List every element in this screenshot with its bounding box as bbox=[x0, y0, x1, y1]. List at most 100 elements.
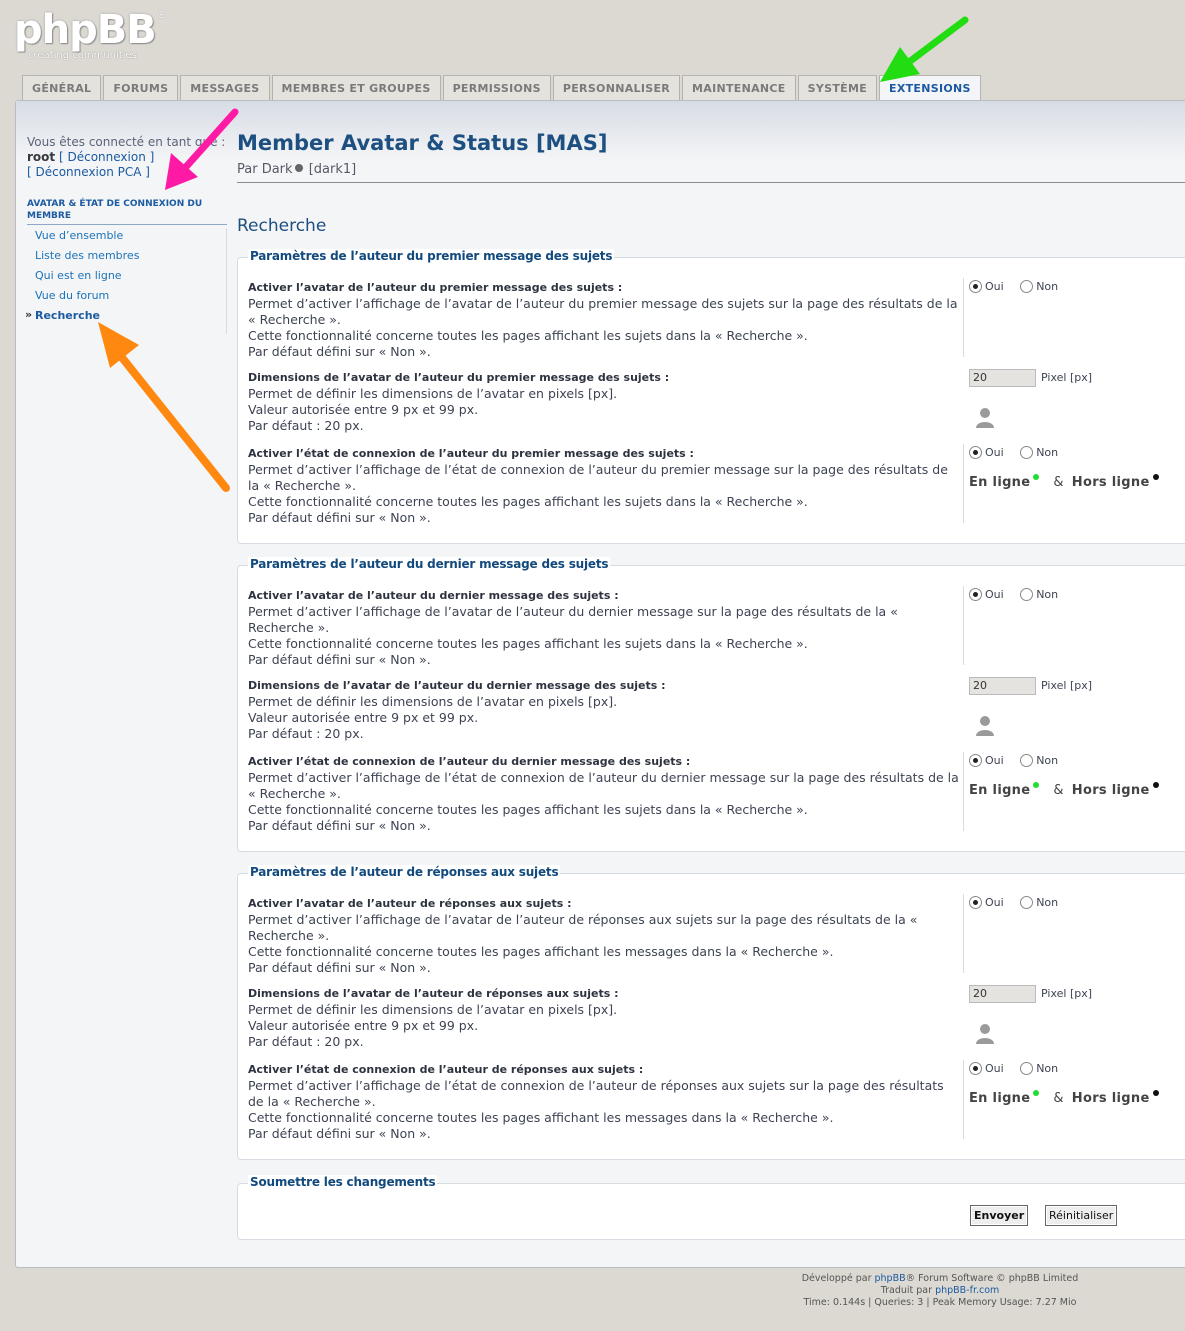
setting-row-avatar-size: Dimensions de l’avatar de l’auteur du de… bbox=[238, 674, 1185, 744]
author-handle: [dark1] bbox=[308, 162, 357, 177]
online-label: En ligne bbox=[969, 783, 1031, 798]
tab-system[interactable]: SYSTÈME bbox=[797, 75, 878, 100]
sidebar-item-viewonline[interactable]: Qui est en ligne bbox=[27, 268, 226, 288]
tab-extensions[interactable]: EXTENSIONS bbox=[879, 75, 981, 101]
radio-no[interactable] bbox=[1020, 280, 1034, 293]
radio-no-label: Non bbox=[1036, 588, 1059, 601]
avatar-size-input[interactable]: 20 bbox=[969, 369, 1036, 387]
sidebar-login-info: Vous êtes connecté en tant que : root [ … bbox=[27, 135, 227, 180]
radio-yes-label: Oui bbox=[985, 1062, 1004, 1075]
settings-fieldset: Paramètres de l’auteur du dernier messag… bbox=[237, 557, 1185, 852]
radio-yes[interactable] bbox=[969, 754, 982, 767]
radio-yes-label: Oui bbox=[985, 754, 1004, 767]
tab-messages[interactable]: MESSAGES bbox=[180, 75, 270, 100]
setting-title: Activer l’état de connexion de l’auteur … bbox=[248, 447, 694, 460]
setting-description-line: Par défaut défini sur « Non ». bbox=[248, 960, 431, 975]
logout-link[interactable]: [ Déconnexion ] bbox=[59, 150, 154, 164]
tab-forums[interactable]: FORUMS bbox=[103, 75, 179, 100]
column-separator bbox=[963, 752, 964, 831]
tab-maintenance[interactable]: MAINTENANCE bbox=[682, 75, 796, 100]
footer-translator-link[interactable]: phpBB-fr.com bbox=[935, 1285, 999, 1296]
phpbb-logo[interactable]: phpBB ® creating communities bbox=[14, 8, 174, 66]
setting-description-line: Permet de définir les dimensions de l’av… bbox=[248, 1002, 618, 1017]
footer-translated-prefix: Traduit par bbox=[880, 1285, 936, 1296]
title-divider bbox=[237, 182, 1185, 183]
radio-no[interactable] bbox=[1020, 754, 1034, 767]
sidebar-item-search[interactable]: Recherche bbox=[25, 307, 226, 328]
radio-yes[interactable] bbox=[969, 280, 982, 293]
fieldset-legend: Paramètres de l’auteur du dernier messag… bbox=[248, 557, 611, 571]
radio-no[interactable] bbox=[1020, 588, 1034, 601]
footer-credit-prefix: Développé par bbox=[801, 1273, 875, 1284]
radio-no-label: Non bbox=[1036, 896, 1059, 909]
tab-general[interactable]: GÉNÉRAL bbox=[22, 75, 102, 100]
setting-description-line: Cette fonctionnalité concerne toutes les… bbox=[248, 802, 808, 817]
radio-no[interactable] bbox=[1020, 446, 1034, 459]
setting-row-status-enable: Activer l’état de connexion de l’auteur … bbox=[238, 1060, 1185, 1141]
fieldset-legend: Paramètres de l’auteur de réponses aux s… bbox=[248, 865, 561, 879]
logout-acp-link[interactable]: [ Déconnexion PCA ] bbox=[27, 165, 150, 179]
setting-description-line: Valeur autorisée entre 9 px et 99 px. bbox=[248, 1018, 479, 1033]
setting-description-line: Permet de définir les dimensions de l’av… bbox=[248, 386, 618, 401]
radio-yes[interactable] bbox=[969, 446, 982, 459]
radio-yes[interactable] bbox=[969, 1062, 982, 1075]
setting-title: Activer l’état de connexion de l’auteur … bbox=[248, 755, 691, 768]
submit-button[interactable]: Envoyer bbox=[970, 1205, 1029, 1226]
radio-no[interactable] bbox=[1020, 896, 1034, 909]
sidebar-menu-header: AVATAR & ÉTAT DE CONNEXION DU MEMBRE bbox=[27, 198, 227, 225]
column-separator bbox=[963, 586, 964, 665]
offline-label: Hors ligne bbox=[1071, 1091, 1150, 1106]
offline-label: Hors ligne bbox=[1071, 475, 1150, 490]
info-icon[interactable] bbox=[294, 164, 303, 172]
setting-label: Activer l’état de connexion de l’auteur … bbox=[248, 446, 960, 526]
status-enable-radios: Oui Non bbox=[969, 446, 1058, 459]
radio-yes[interactable] bbox=[969, 588, 982, 601]
submit-fieldset: Soumettre les changements Envoyer Réinit… bbox=[237, 1175, 1185, 1240]
radio-no-label: Non bbox=[1036, 280, 1059, 293]
sidebar-item-viewforum[interactable]: Vue du forum bbox=[27, 288, 226, 308]
setting-title: Activer l’état de connexion de l’auteur … bbox=[248, 1063, 644, 1076]
avatar-enable-radios: Oui Non bbox=[969, 896, 1058, 909]
username: root bbox=[27, 150, 56, 164]
setting-description-line: Valeur autorisée entre 9 px et 99 px. bbox=[248, 402, 479, 417]
avatar-size-control: 20 Pixel [px] bbox=[969, 677, 1092, 736]
setting-label: Dimensions de l’avatar de l’auteur du de… bbox=[248, 678, 960, 742]
footer-phpbb-link[interactable]: phpBB bbox=[875, 1273, 906, 1284]
footer-credit-suffix: ® Forum Software © phpBB Limited bbox=[905, 1273, 1079, 1284]
logo-tagline: creating communities bbox=[28, 50, 137, 61]
sidebar-item-memberlist[interactable]: Liste des membres bbox=[27, 248, 226, 268]
setting-description-line: Par défaut défini sur « Non ». bbox=[248, 344, 431, 359]
reset-button[interactable]: Réinitialiser bbox=[1045, 1205, 1118, 1226]
sidebar-item-overview[interactable]: Vue d’ensemble bbox=[27, 228, 226, 248]
column-separator bbox=[963, 1060, 964, 1139]
radio-yes-label: Oui bbox=[985, 446, 1004, 459]
column-separator bbox=[963, 894, 964, 973]
setting-description-line: Permet d’activer l’affichage de l’état d… bbox=[248, 1078, 944, 1109]
tab-permissions[interactable]: PERMISSIONS bbox=[442, 75, 551, 100]
setting-description-line: Par défaut : 20 px. bbox=[248, 418, 364, 433]
radio-no-label: Non bbox=[1036, 754, 1059, 767]
setting-row-status-enable: Activer l’état de connexion de l’auteur … bbox=[238, 444, 1185, 526]
avatar-size-input[interactable]: 20 bbox=[969, 677, 1036, 695]
page-title: Member Avatar & Status [MAS] bbox=[237, 131, 608, 155]
footer-stats: Time: 0.144s | Queries: 3 | Peak Memory … bbox=[803, 1297, 1077, 1308]
tab-customise[interactable]: PERSONNALISER bbox=[552, 75, 681, 100]
setting-description-line: Permet d’activer l’affichage de l’avatar… bbox=[248, 296, 958, 327]
px-unit-label: Pixel [px] bbox=[1041, 987, 1093, 1000]
radio-no-label: Non bbox=[1036, 446, 1059, 459]
radio-yes[interactable] bbox=[969, 896, 982, 909]
logo-registered-mark: ® bbox=[157, 10, 167, 21]
ampersand: & bbox=[1053, 475, 1064, 490]
setting-row-avatar-enable: Activer l’avatar de l’auteur du premier … bbox=[238, 278, 1185, 359]
fieldset-legend: Paramètres de l’auteur du premier messag… bbox=[248, 249, 615, 263]
setting-row-status-enable: Activer l’état de connexion de l’auteur … bbox=[238, 752, 1185, 833]
setting-description-line: Par défaut défini sur « Non ». bbox=[248, 818, 431, 833]
radio-no[interactable] bbox=[1020, 1062, 1034, 1075]
login-prefix: Vous êtes connecté en tant que : bbox=[27, 135, 226, 149]
setting-label: Dimensions de l’avatar de l’auteur de ré… bbox=[248, 986, 960, 1050]
settings-fieldset: Paramètres de l’auteur de réponses aux s… bbox=[237, 865, 1185, 1160]
tab-members-groups[interactable]: MEMBRES ET GROUPES bbox=[271, 75, 441, 100]
setting-description-line: Permet de définir les dimensions de l’av… bbox=[248, 694, 618, 709]
avatar-size-input[interactable]: 20 bbox=[969, 985, 1036, 1003]
author-byline: Par Dark [dark1] bbox=[237, 162, 1185, 177]
